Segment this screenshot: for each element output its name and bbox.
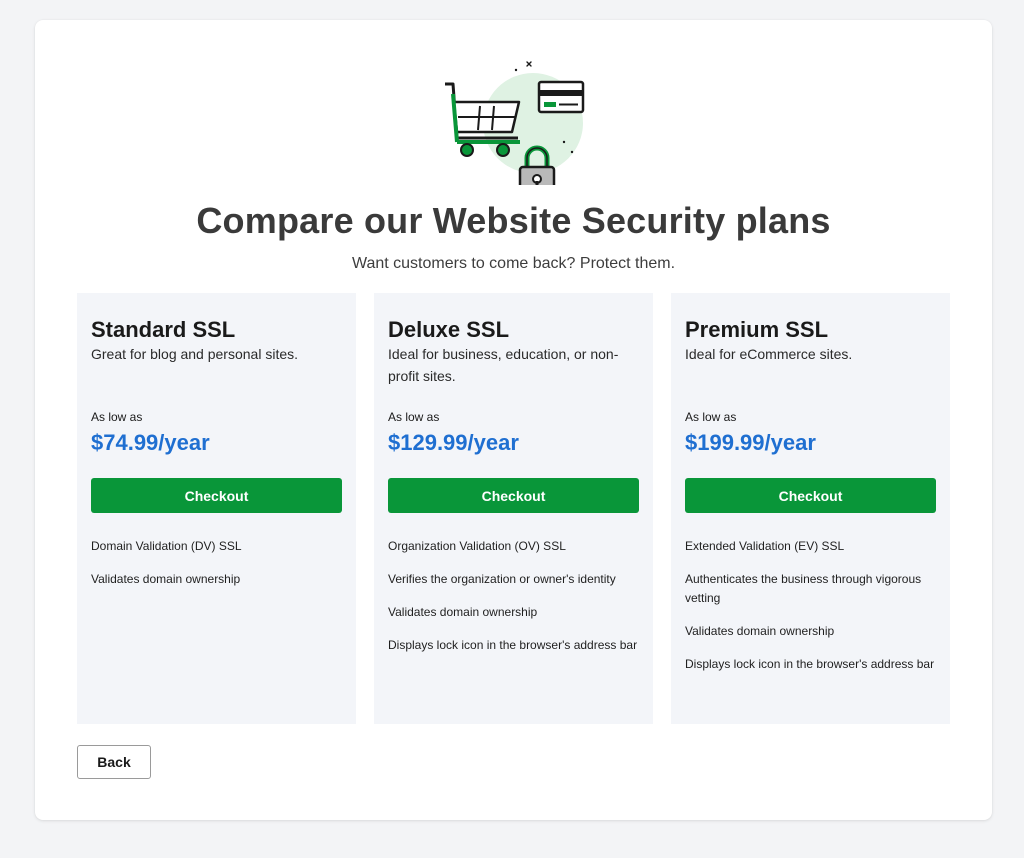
plan-price: $74.99/year <box>91 430 210 455</box>
checkout-button-premium[interactable]: Checkout <box>685 478 936 513</box>
plan-name: Premium SSL <box>685 317 829 342</box>
plan-name: Deluxe SSL <box>388 317 510 342</box>
plan-card-premium: Premium SSL Ideal for eCommerce sites. A… <box>671 293 950 724</box>
feature-item: Validates domain ownership <box>388 605 538 619</box>
plan-card-deluxe: Deluxe SSL Ideal for business, education… <box>374 293 653 724</box>
plan-comparison: Standard SSL Great for blog and personal… <box>77 293 950 724</box>
feature-item: Validates domain ownership <box>685 624 835 638</box>
feature-item: Verifies the organization or owner's ide… <box>388 572 616 586</box>
feature-item: Extended Validation (EV) SSL <box>685 539 845 553</box>
sparkle-dot-icon <box>570 150 574 154</box>
feature-item: Validates domain ownership <box>91 572 241 586</box>
feature-item: Organization Validation (OV) SSL <box>388 539 566 553</box>
checkout-button-deluxe[interactable]: Checkout <box>388 478 639 513</box>
page-title: Compare our Website Security plans <box>196 200 831 241</box>
feature-list: Organization Validation (OV) SSL Verifie… <box>388 537 639 655</box>
plan-price: $129.99/year <box>388 430 519 455</box>
page-subtitle: Want customers to come back? Protect the… <box>351 255 676 272</box>
sparkle-icon <box>526 61 532 67</box>
checkout-button-standard[interactable]: Checkout <box>91 478 342 513</box>
feature-item: Displays lock icon in the browser's addr… <box>388 638 638 652</box>
price-prefix: As low as <box>91 410 143 424</box>
feature-list: Domain Validation (DV) SSL Validates dom… <box>91 537 342 589</box>
back-button[interactable]: Back <box>77 745 151 779</box>
hero-illustration <box>445 61 585 185</box>
plan-name: Standard SSL <box>91 317 236 342</box>
sparkle-dot-icon <box>562 140 566 144</box>
plan-description: Ideal for eCommerce sites. <box>685 346 853 362</box>
sparkle-dot-icon <box>514 68 518 72</box>
plan-price: $199.99/year <box>685 430 816 455</box>
plans-card: Compare our Website Security plans Want … <box>35 20 992 820</box>
feature-item: Displays lock icon in the browser's addr… <box>685 657 935 671</box>
price-prefix: As low as <box>685 410 737 424</box>
feature-item: Domain Validation (DV) SSL <box>91 539 242 553</box>
plan-card-standard: Standard SSL Great for blog and personal… <box>77 293 356 724</box>
price-prefix: As low as <box>388 410 440 424</box>
feature-list: Extended Validation (EV) SSL Authenticat… <box>685 537 936 674</box>
plan-description: Great for blog and personal sites. <box>91 346 299 362</box>
credit-card-icon <box>537 80 585 114</box>
feature-item: Authenticates the business through vigor… <box>685 572 922 605</box>
plan-description: Ideal for business, education, or non-pr… <box>388 346 619 384</box>
